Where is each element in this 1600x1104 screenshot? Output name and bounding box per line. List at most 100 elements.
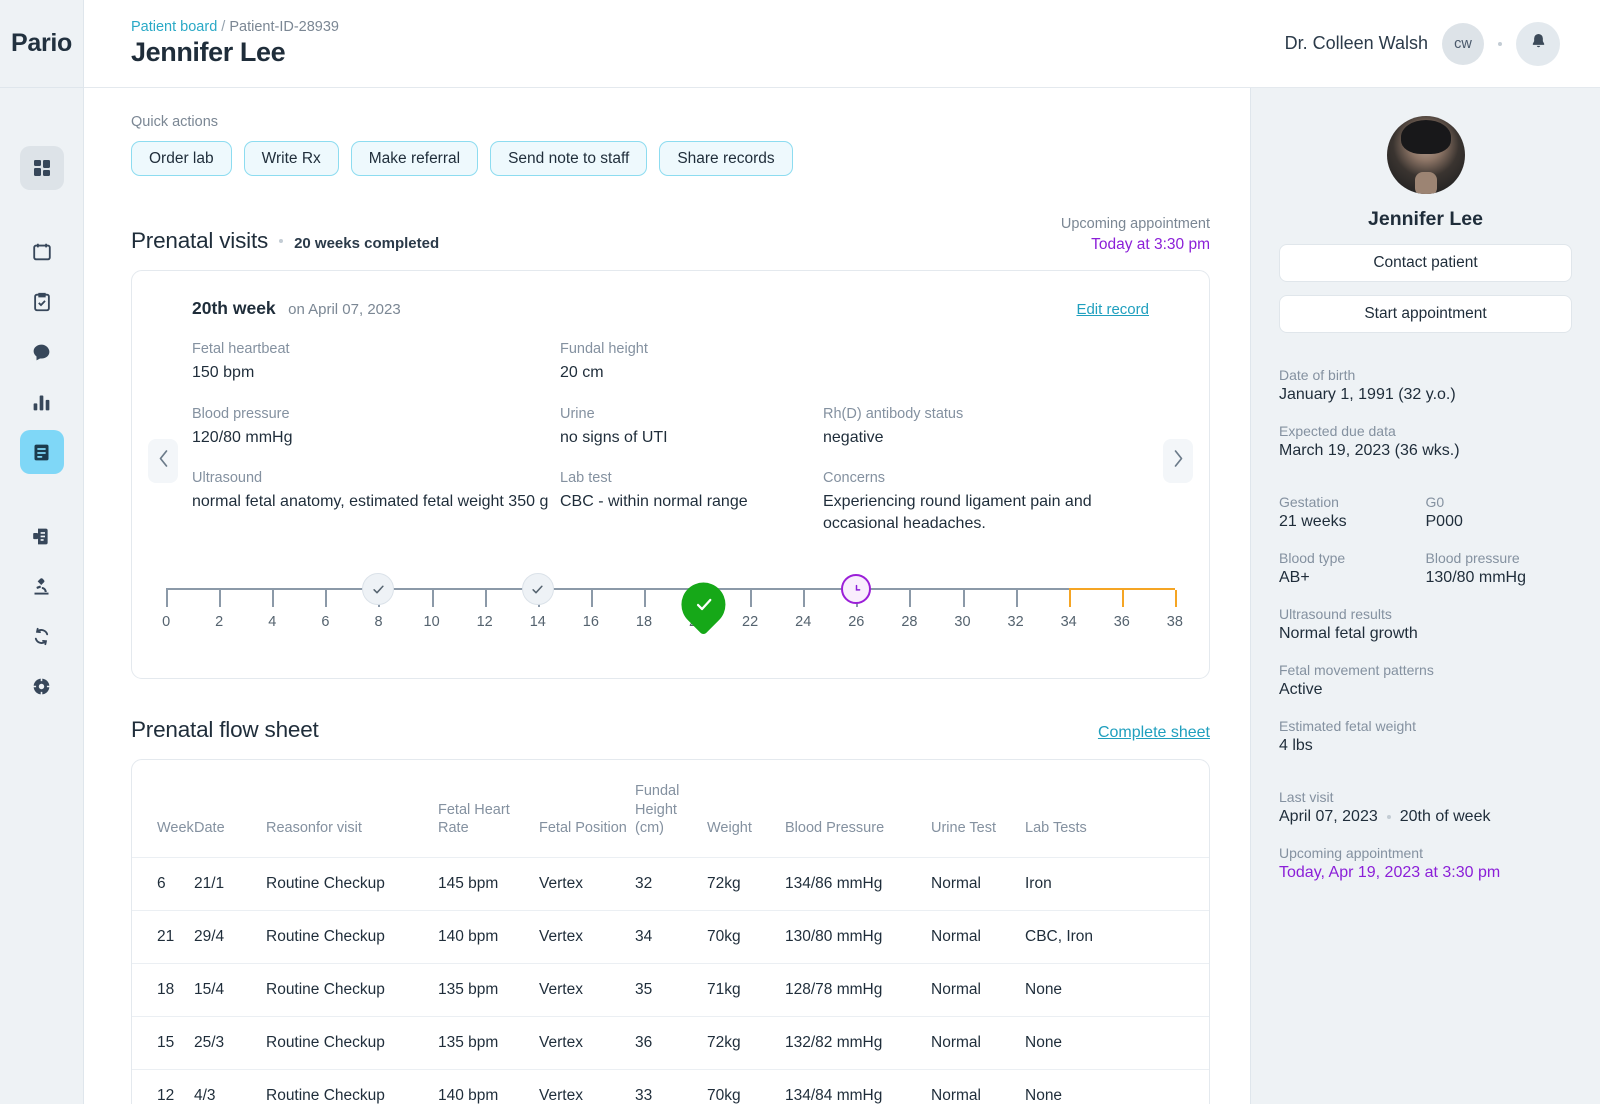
table-cell: Iron (1025, 856, 1209, 911)
table-row[interactable]: 6 21/1 Routine Checkup 145 bpm Vertex 32 72kg 1… (132, 856, 1209, 911)
sidebar-item-messages[interactable] (20, 330, 64, 374)
timeline-marker-current[interactable] (672, 573, 735, 637)
bell-icon (1529, 32, 1548, 56)
field-label: Fetal heartbeat (192, 341, 290, 357)
notifications-button[interactable] (1516, 21, 1560, 66)
sidebar-item-dashboard[interactable] (19, 146, 64, 190)
field-value: 21 weeks (1279, 513, 1347, 530)
timeline-tick (803, 590, 806, 608)
header-user-area: Dr. Colleen Walsh cw (1285, 21, 1560, 66)
field-value: Today, Apr 19, 2023 at 3:30 pm (1279, 864, 1501, 881)
timeline-tick (590, 590, 593, 608)
table-cell: 72kg (707, 1015, 785, 1070)
field-value: 4 lbs (1279, 737, 1313, 754)
table-cell: 135 bpm (438, 962, 539, 1017)
weeks-completed-label: 20 weeks completed (294, 235, 440, 252)
field-urine: Urine no signs of UTI (560, 406, 823, 449)
table-row[interactable]: 15 25/3 Routine Checkup 135 bpm Vertex 36 72kg… (132, 1015, 1209, 1070)
table-cell: 132/82 mmHg (785, 1015, 931, 1070)
field-label: Upcoming appointment (1279, 845, 1423, 861)
refresh-cycle-icon (31, 626, 52, 647)
patient-photo (1386, 116, 1465, 194)
visit-card-header: 20th week on April 07, 2023 Edit record (158, 298, 1183, 319)
table-cell: Routine Checkup (266, 1015, 438, 1070)
field-value: 130/80 mmHg (1425, 569, 1527, 586)
avatar[interactable]: cw (1442, 22, 1484, 65)
breadcrumb-link-patient-board[interactable]: Patient board (131, 19, 217, 35)
table-cell: 18 (132, 962, 194, 1017)
table-row[interactable]: 21 29/4 Routine Checkup 140 bpm Vertex 34 70kg… (132, 909, 1209, 964)
table-cell: 21/1 (194, 856, 266, 911)
next-visit-button[interactable] (1163, 439, 1193, 483)
sidebar-item-tasks[interactable] (20, 280, 64, 324)
quick-actions-label: Quick actions (131, 114, 219, 130)
timeline-tick (750, 590, 753, 608)
field-label: Ultrasound (192, 470, 263, 487)
contact-patient-button[interactable]: Contact patient (1279, 244, 1572, 282)
table-cell: 34 (635, 909, 707, 964)
sidebar-item-analytics[interactable] (20, 380, 64, 424)
sidebar-item-records[interactable] (19, 430, 64, 474)
timeline-marker-completed[interactable] (362, 573, 395, 606)
table-cell: 15 (132, 1015, 194, 1070)
prenatal-visits-title: Prenatal visits (131, 228, 269, 253)
sidebar-item-calendar[interactable] (20, 230, 64, 274)
sidebar-item-labs[interactable] (20, 564, 64, 608)
timeline-tick (1121, 590, 1124, 608)
share-records-button[interactable]: Share records (659, 141, 793, 176)
send-note-button[interactable]: Send note to staff (490, 141, 648, 176)
field-label: Concerns (823, 470, 886, 487)
complete-sheet-link[interactable]: Complete sheet (1098, 724, 1210, 742)
field-fetal-movement: Fetal movement patterns Active (1279, 662, 1572, 699)
sidebar-item-sync[interactable] (20, 614, 64, 658)
table-row[interactable]: 18 15/4 Routine Checkup 135 bpm Vertex 35 71kg… (132, 962, 1209, 1017)
table-cell: 134/84 mmHg (785, 1068, 931, 1104)
table-cell: 130/80 mmHg (785, 909, 931, 964)
timeline-marker-completed[interactable] (521, 573, 554, 606)
field-label: G0 (1425, 494, 1445, 510)
sidebar-nav (19, 88, 64, 708)
top-bar: Patient board / Patient-ID-28939 Jennife… (84, 0, 1600, 88)
order-lab-button[interactable]: Order lab (131, 141, 232, 176)
table-column-header: Fetal Position (539, 819, 627, 836)
field-value: Active (1279, 681, 1323, 698)
sidebar-item-support[interactable] (20, 664, 64, 708)
header-titles: Patient board / Patient-ID-28939 Jennife… (131, 19, 339, 68)
table-cell: Vertex (539, 1068, 635, 1104)
field-label: Blood pressure (192, 405, 290, 422)
timeline-tick-label: 36 (1113, 614, 1130, 631)
visit-week-group: 20th week on April 07, 2023 (192, 298, 401, 319)
timeline-tick-label: 34 (1060, 614, 1077, 631)
table-column-header: Weight (707, 819, 752, 836)
chevron-left-icon (157, 449, 170, 473)
flow-sheet-title: Prenatal flow sheet (131, 717, 319, 743)
table-row[interactable]: 12 4/3 Routine Checkup 140 bpm Vertex 33 70kg 1… (132, 1068, 1209, 1104)
edit-record-link[interactable]: Edit record (1076, 301, 1149, 318)
timeline-marker-upcoming[interactable] (841, 574, 872, 605)
separator-dot (1386, 815, 1391, 819)
field-label: Date of birth (1279, 367, 1356, 383)
pregnancy-timeline[interactable]: 02468101214161820222426283032343638 (158, 562, 1183, 658)
document-export-icon (31, 526, 52, 547)
sidebar-item-documents[interactable] (20, 514, 64, 558)
field-value: negative (823, 428, 884, 446)
timeline-tick (431, 590, 434, 608)
previous-visit-button[interactable] (148, 439, 178, 483)
brand-logo[interactable]: Pario (0, 0, 83, 88)
start-appointment-button[interactable]: Start appointment (1279, 295, 1572, 333)
field-panel-upcoming-appointment: Upcoming appointment Today, Apr 19, 2023… (1279, 845, 1572, 882)
field-label: Ultrasound results (1279, 606, 1392, 622)
make-referral-button[interactable]: Make referral (350, 141, 479, 176)
table-cell: 21 (132, 909, 194, 964)
table-cell: Normal (931, 909, 1025, 964)
table-cell: 70kg (707, 909, 785, 964)
write-rx-button[interactable]: Write Rx (243, 141, 339, 176)
field-label: Fundal height (560, 341, 648, 357)
field-ultrasound: Ultrasound normal fetal anatomy, estimat… (192, 470, 560, 534)
field-row-blood: Blood type AB+ Blood pressure 130/80 mmH… (1279, 550, 1572, 587)
table-column-header: Fundal Height (cm) (635, 783, 680, 836)
timeline-tick-label: 12 (476, 614, 493, 631)
timeline-tick (962, 590, 965, 608)
app-root: Pario Patient board / Patient-ID-28939 J… (0, 0, 1600, 1104)
field-value: 120/80 mmHg (192, 428, 293, 446)
